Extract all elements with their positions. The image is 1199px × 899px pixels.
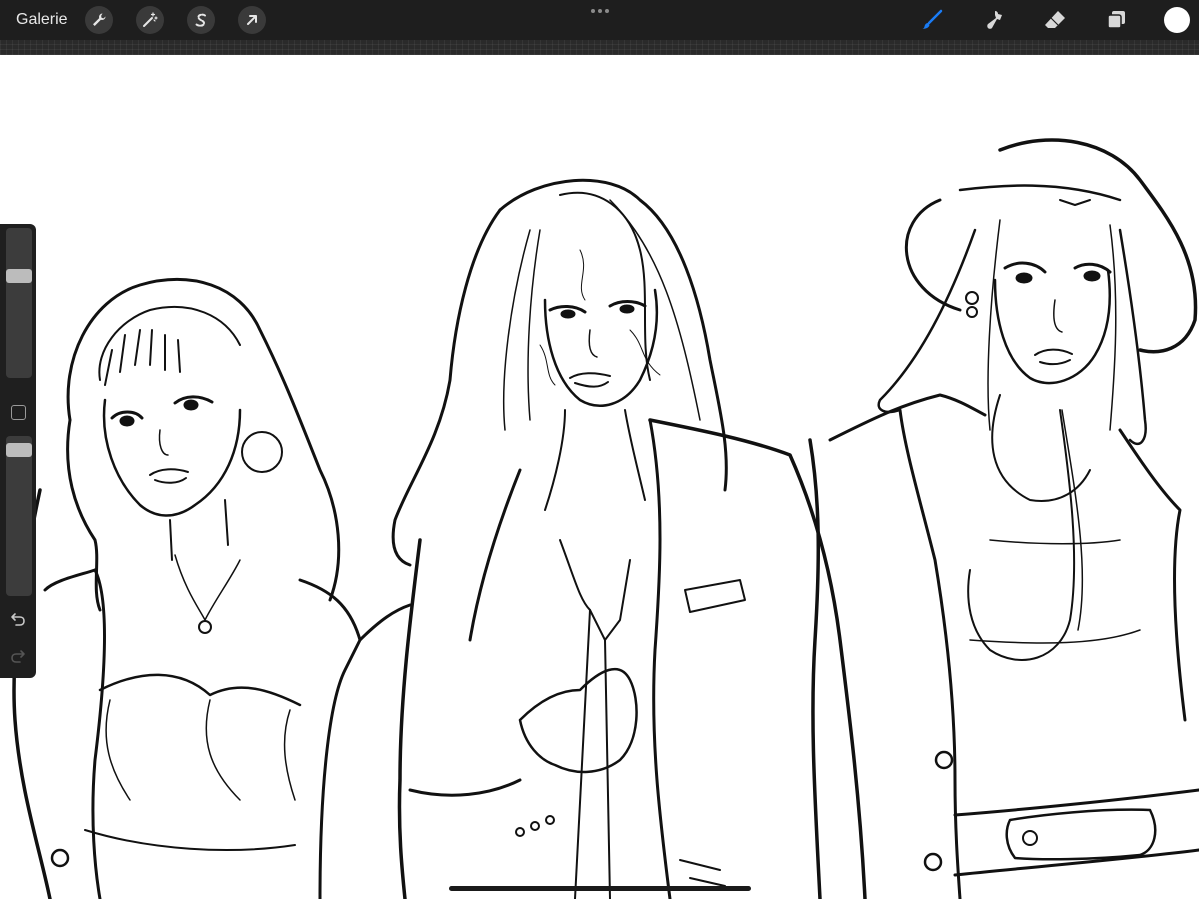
layers-icon (1107, 11, 1125, 29)
brush-size-slider[interactable] (6, 228, 32, 378)
layers-button[interactable] (1102, 6, 1130, 34)
selection-button[interactable] (187, 6, 215, 34)
middle-figure-sketch (391, 178, 867, 899)
dot-icon (605, 9, 609, 13)
dot-icon (591, 9, 595, 13)
undo-icon (11, 613, 25, 626)
brush-size-thumb[interactable] (6, 269, 32, 283)
smudge-icon (987, 11, 1002, 29)
dot-icon (598, 9, 602, 13)
smudge-button[interactable] (980, 6, 1008, 34)
opacity-thumb[interactable] (6, 443, 32, 457)
paint-brush-button[interactable] (918, 6, 946, 34)
left-sidebar (0, 224, 36, 678)
gallery-button[interactable]: Galerie (16, 10, 68, 30)
actions-wrench-button[interactable] (85, 6, 113, 34)
modify-square-button[interactable] (11, 405, 26, 420)
home-indicator-bar[interactable] (449, 886, 751, 891)
selection-s-icon (195, 13, 206, 27)
brush-icon (922, 9, 943, 29)
left-figure-sketch (12, 277, 412, 899)
redo-icon (11, 650, 25, 663)
toolbar-bottom-strip (0, 40, 1199, 55)
undo-button[interactable] (8, 609, 28, 629)
line-art-drawing (12, 138, 1199, 899)
wrench-icon (93, 13, 106, 26)
arrow-cursor-icon (247, 15, 257, 25)
transform-button[interactable] (238, 6, 266, 34)
right-figure-sketch (808, 138, 1199, 899)
drawing-canvas[interactable] (0, 55, 1199, 899)
top-toolbar: Galerie (0, 0, 1199, 40)
redo-button[interactable] (8, 646, 28, 666)
magic-wand-icon (143, 12, 158, 27)
more-options-dots[interactable] (586, 4, 614, 18)
eraser-button[interactable] (1041, 6, 1069, 34)
color-picker-swatch[interactable] (1164, 7, 1190, 33)
eraser-icon (1045, 11, 1065, 28)
opacity-slider[interactable] (6, 436, 32, 596)
adjustments-button[interactable] (136, 6, 164, 34)
